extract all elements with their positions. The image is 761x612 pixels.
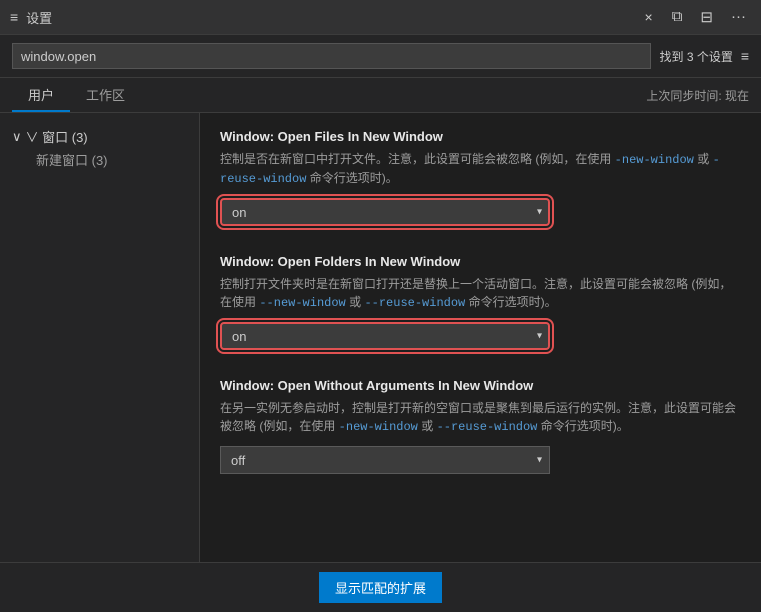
highlight-reuse-window-3: --reuse-window xyxy=(437,420,538,434)
sidebar: ∨ ∨ 窗口 (3) 新建窗口 (3) xyxy=(0,113,200,562)
setting-open-folders-desc: 控制打开文件夹时是在新窗口打开还是替换上一个活动窗口。注意，此设置可能会被忽略 … xyxy=(220,275,741,312)
show-extensions-button[interactable]: 显示匹配的扩展 xyxy=(319,572,442,603)
open-files-dropdown-wrapper: on off default ▾ xyxy=(220,198,550,226)
main: ∨ ∨ 窗口 (3) 新建窗口 (3) Window: Open Files I… xyxy=(0,113,761,562)
sidebar-group-header[interactable]: ∨ ∨ 窗口 (3) xyxy=(8,125,191,148)
open-without-args-dropdown[interactable]: on off default xyxy=(220,446,550,474)
searchbar: 找到 3 个设置 ≡ xyxy=(0,35,761,78)
highlight-new-window-3: -new-window xyxy=(339,420,418,434)
tabs-left: 用户 工作区 xyxy=(12,79,141,112)
setting-open-without-args-title: Window: Open Without Arguments In New Wi… xyxy=(220,378,741,393)
highlight-new-window-2: --new-window xyxy=(259,296,345,310)
open-folders-dropdown-wrapper: on off default ▾ xyxy=(220,322,550,350)
sidebar-group: ∨ ∨ 窗口 (3) 新建窗口 (3) xyxy=(0,121,199,175)
highlight-new-window-1: -new-window xyxy=(615,153,694,167)
tabs-bar: 用户 工作区 上次同步时间: 现在 xyxy=(0,78,761,113)
open-files-dropdown[interactable]: on off default xyxy=(220,198,550,226)
setting-open-files-desc: 控制是否在新窗口中打开文件。注意，此设置可能会被忽略 (例如，在使用 -new-… xyxy=(220,150,741,188)
search-result-count: 找到 3 个设置 xyxy=(659,48,732,65)
search-input[interactable] xyxy=(12,43,651,69)
settings-icon: ≡ xyxy=(10,9,18,25)
tab-user[interactable]: 用户 xyxy=(12,79,70,112)
sync-time: 上次同步时间: 现在 xyxy=(646,87,749,104)
setting-open-without-args: Window: Open Without Arguments In New Wi… xyxy=(220,378,741,474)
highlight-reuse-window-2: --reuse-window xyxy=(364,296,465,310)
titlebar-title: 设置 xyxy=(26,8,630,27)
copy-icon[interactable]: ⧉ xyxy=(667,6,688,28)
close-button[interactable]: × xyxy=(639,7,659,27)
filter-icon[interactable]: ≡ xyxy=(741,48,749,64)
tab-workspace[interactable]: 工作区 xyxy=(70,79,141,112)
setting-open-folders-title: Window: Open Folders In New Window xyxy=(220,254,741,269)
setting-open-without-args-desc: 在另一实例无参启动时，控制是打开新的空窗口或是聚焦到最后运行的实例。注意，此设置… xyxy=(220,399,741,436)
settings-content: Window: Open Files In New Window 控制是否在新窗… xyxy=(200,113,761,562)
open-folders-dropdown[interactable]: on off default xyxy=(220,322,550,350)
titlebar-actions: ⧉ ⊟ ··· xyxy=(667,6,751,28)
titlebar: ≡ 设置 × ⧉ ⊟ ··· xyxy=(0,0,761,35)
more-icon[interactable]: ··· xyxy=(726,6,751,28)
bottom-bar: 显示匹配的扩展 xyxy=(0,562,761,612)
chevron-down-icon: ∨ xyxy=(12,129,22,145)
setting-open-folders: Window: Open Folders In New Window 控制打开文… xyxy=(220,254,741,350)
sidebar-item-new-window[interactable]: 新建窗口 (3) xyxy=(8,148,191,171)
setting-open-files-title: Window: Open Files In New Window xyxy=(220,129,741,144)
setting-open-files: Window: Open Files In New Window 控制是否在新窗… xyxy=(220,129,741,226)
sidebar-group-label: ∨ 窗口 (3) xyxy=(26,127,88,146)
split-icon[interactable]: ⊟ xyxy=(695,6,718,28)
open-without-args-dropdown-wrapper: on off default ▾ xyxy=(220,446,550,474)
